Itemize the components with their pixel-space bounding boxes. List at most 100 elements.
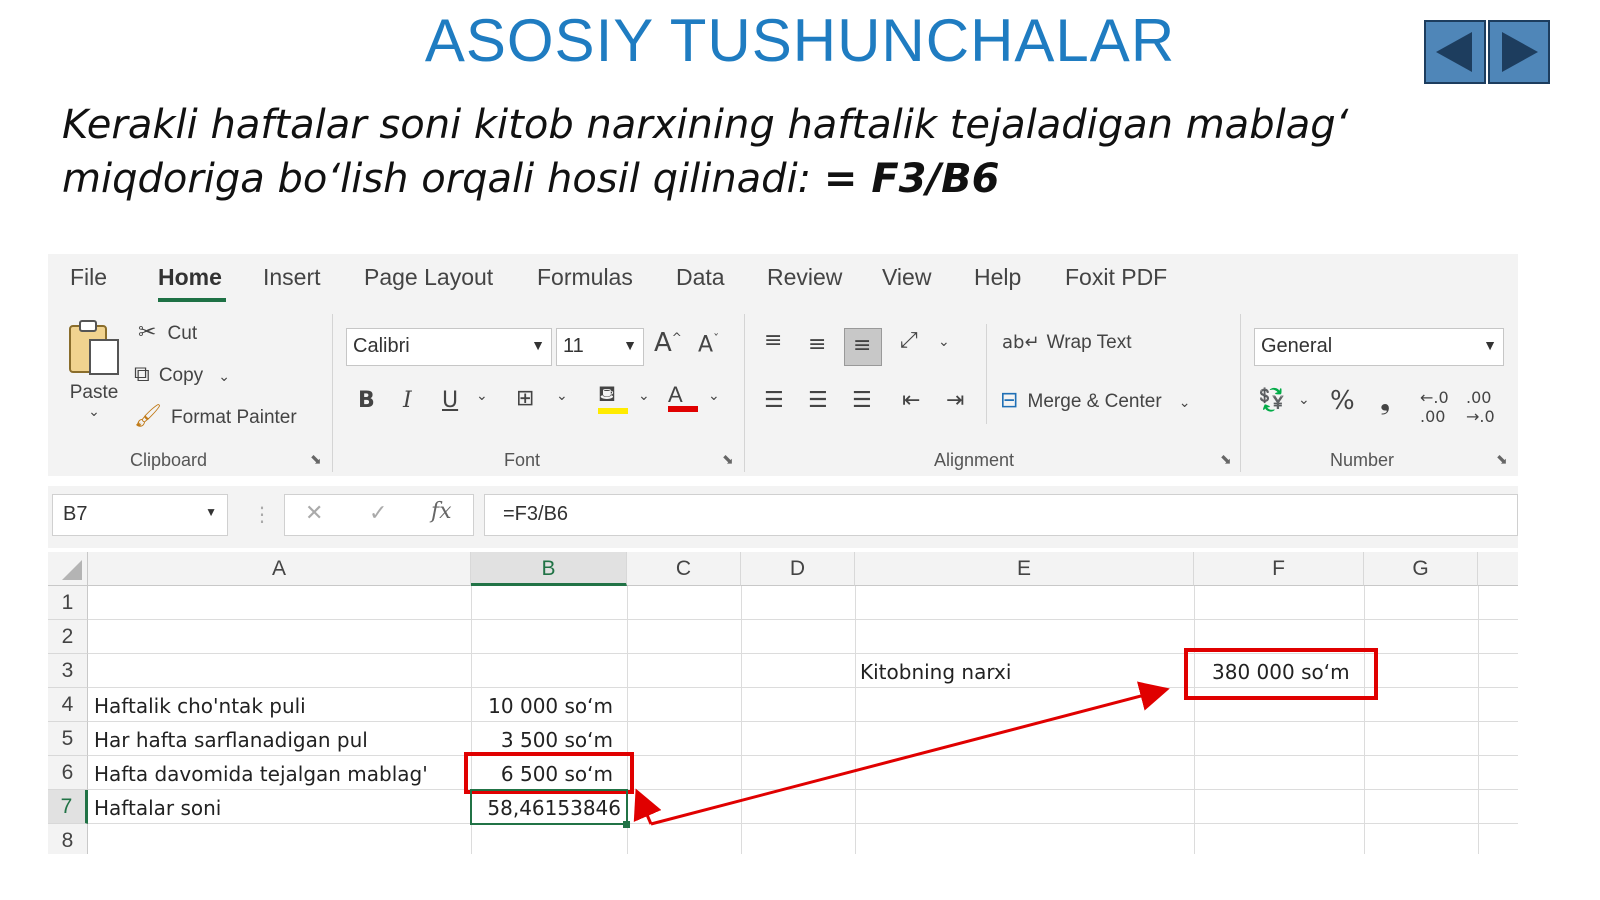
right-triangle-icon bbox=[1502, 32, 1538, 72]
dialog-launcher-icon[interactable]: ⬊ bbox=[310, 452, 322, 468]
dialog-launcher-icon[interactable]: ⬊ bbox=[1496, 452, 1508, 468]
arrow-to-f3 bbox=[650, 681, 1170, 826]
format-painter-label: Format Painter bbox=[171, 407, 297, 428]
font-name-combo[interactable]: Calibri ▼ bbox=[346, 328, 552, 366]
subtitle-formula: = F3/B6 bbox=[823, 156, 1000, 202]
active-tab-indicator bbox=[158, 298, 226, 302]
borders-icon[interactable]: ⊞ bbox=[516, 386, 534, 411]
align-top-icon[interactable]: ≡ bbox=[764, 328, 782, 353]
number-format-value: General bbox=[1261, 335, 1333, 357]
chevron-down-icon[interactable]: ⌄ bbox=[1298, 392, 1310, 408]
copy-icon: ⧉ bbox=[134, 362, 150, 387]
name-box[interactable]: B7 ▼ bbox=[52, 494, 228, 536]
chevron-down-icon: ▼ bbox=[531, 337, 545, 353]
font-size-combo[interactable]: 11 ▼ bbox=[556, 328, 644, 366]
group-separator bbox=[1240, 314, 1241, 472]
chevron-down-icon[interactable]: ⌄ bbox=[938, 334, 950, 350]
italic-button[interactable]: I bbox=[403, 388, 412, 413]
tab-foxit-pdf[interactable]: Foxit PDF bbox=[1065, 264, 1167, 291]
chevron-down-icon[interactable]: ⌄ bbox=[556, 388, 568, 404]
align-left-icon[interactable]: ☰ bbox=[764, 388, 784, 413]
annotation-arrows bbox=[633, 681, 1170, 826]
merge-cells-icon: ⊟ bbox=[1000, 388, 1019, 413]
align-bottom-button[interactable]: ≡ bbox=[844, 328, 882, 366]
paste-button[interactable]: Paste ⌄ bbox=[66, 318, 122, 420]
paste-icon bbox=[69, 320, 119, 375]
wrap-text-icon: ab↵ bbox=[1002, 332, 1040, 353]
chevron-down-icon[interactable]: ⌄ bbox=[708, 388, 720, 404]
bold-button[interactable]: B bbox=[358, 388, 375, 413]
orientation-icon[interactable]: ⤢ bbox=[900, 328, 918, 353]
increase-font-size-button[interactable]: A^ bbox=[654, 328, 682, 358]
shrink-font-icon: A bbox=[698, 332, 714, 358]
cancel-icon[interactable]: ✕ bbox=[305, 501, 323, 526]
tab-page-layout[interactable]: Page Layout bbox=[364, 264, 493, 291]
alignment-group-label: Alignment bbox=[934, 450, 1015, 470]
paint-bucket-icon: ⛾ bbox=[598, 382, 616, 407]
percent-style-button[interactable]: % bbox=[1330, 386, 1355, 416]
tab-formulas[interactable]: Formulas bbox=[537, 264, 633, 291]
formula-bar: B7 ▼ ⋮ ✕ ✓ fx =F3/B6 bbox=[48, 486, 1518, 548]
dialog-launcher-icon[interactable]: ⬊ bbox=[722, 452, 734, 468]
dialog-launcher-icon[interactable]: ⬊ bbox=[1220, 452, 1232, 468]
align-bottom-icon: ≡ bbox=[853, 333, 872, 358]
tab-data[interactable]: Data bbox=[676, 264, 725, 291]
decrease-decimal-icon[interactable]: .00 →.0 bbox=[1466, 388, 1495, 426]
decrease-indent-icon[interactable]: ⇤ bbox=[902, 388, 920, 413]
increase-indent-icon[interactable]: ⇥ bbox=[946, 388, 964, 413]
decrease-font-size-button[interactable]: Aˇ bbox=[698, 332, 719, 357]
left-triangle-icon bbox=[1436, 32, 1472, 72]
formula-buttons: ✕ ✓ fx bbox=[284, 494, 474, 536]
clipboard-group-label: Clipboard bbox=[130, 450, 208, 470]
align-middle-icon[interactable]: ≡ bbox=[808, 332, 826, 357]
merge-center-button[interactable]: ⊟ Merge & Center ⌄ bbox=[1000, 388, 1190, 413]
chevron-down-icon: ⌄ bbox=[88, 404, 100, 420]
subtitle-text: Kerakli haftalar soni kitob narxining ha… bbox=[62, 102, 1349, 202]
name-box-value: B7 bbox=[63, 503, 88, 525]
cut-button[interactable]: ✂ Cut bbox=[138, 320, 197, 345]
merge-center-label: Merge & Center bbox=[1027, 391, 1162, 412]
tab-file[interactable]: File bbox=[70, 264, 107, 291]
comma-style-button[interactable]: ❟ bbox=[1380, 386, 1390, 417]
chevron-down-icon[interactable]: ⌄ bbox=[638, 388, 650, 404]
align-right-icon[interactable]: ☰ bbox=[852, 388, 872, 413]
chevron-down-icon: ⌄ bbox=[218, 369, 230, 385]
font-color-button[interactable]: A bbox=[668, 382, 698, 412]
ribbon: File Home Insert Page Layout Formulas Da… bbox=[48, 254, 1518, 476]
scissors-icon: ✂ bbox=[138, 320, 157, 345]
prev-slide-button[interactable] bbox=[1424, 20, 1486, 84]
increase-decimal-icon[interactable]: ←.0.00 bbox=[1420, 388, 1449, 426]
tab-view[interactable]: View bbox=[882, 264, 931, 291]
chevron-down-icon: ⌄ bbox=[1178, 395, 1191, 411]
font-size-value: 11 bbox=[563, 335, 584, 357]
drag-handle-icon[interactable]: ⋮ bbox=[252, 502, 272, 526]
format-painter-button[interactable]: 🖌 Format Painter bbox=[134, 404, 297, 429]
chevron-down-icon[interactable]: ⌄ bbox=[476, 388, 488, 404]
tab-help[interactable]: Help bbox=[974, 264, 1021, 291]
font-color-icon: A bbox=[668, 382, 683, 407]
arrow-to-b6 bbox=[633, 788, 662, 825]
spreadsheet-grid: A B C D E F G 1 2 3 4 5 6 7 8 Kitobning … bbox=[48, 552, 1518, 854]
font-group-label: Font bbox=[504, 450, 541, 470]
wrap-text-label: Wrap Text bbox=[1046, 332, 1132, 353]
accounting-format-icon[interactable]: 💱 bbox=[1258, 388, 1285, 413]
align-center-icon[interactable]: ☰ bbox=[808, 388, 828, 413]
paste-label: Paste bbox=[69, 382, 119, 403]
chevron-down-icon: ▼ bbox=[205, 505, 217, 519]
underline-button[interactable]: U bbox=[442, 388, 458, 413]
wrap-text-button[interactable]: ab↵ Wrap Text bbox=[1002, 332, 1131, 354]
fill-color-swatch bbox=[598, 408, 628, 414]
insert-function-icon[interactable]: fx bbox=[431, 499, 452, 524]
tab-home[interactable]: Home bbox=[158, 264, 222, 291]
number-format-combo[interactable]: General ▼ bbox=[1254, 328, 1504, 366]
font-name-value: Calibri bbox=[353, 335, 410, 357]
checkmark-icon[interactable]: ✓ bbox=[369, 501, 387, 526]
next-slide-button[interactable] bbox=[1488, 20, 1550, 84]
tab-insert[interactable]: Insert bbox=[263, 264, 321, 291]
fill-color-button[interactable]: ⛾ bbox=[598, 382, 628, 414]
number-group-label: Number bbox=[1330, 450, 1395, 470]
copy-button[interactable]: ⧉ Copy ⌄ bbox=[134, 362, 230, 387]
formula-input[interactable]: =F3/B6 bbox=[484, 494, 1518, 536]
tab-review[interactable]: Review bbox=[767, 264, 842, 291]
copy-label: Copy bbox=[158, 365, 204, 386]
